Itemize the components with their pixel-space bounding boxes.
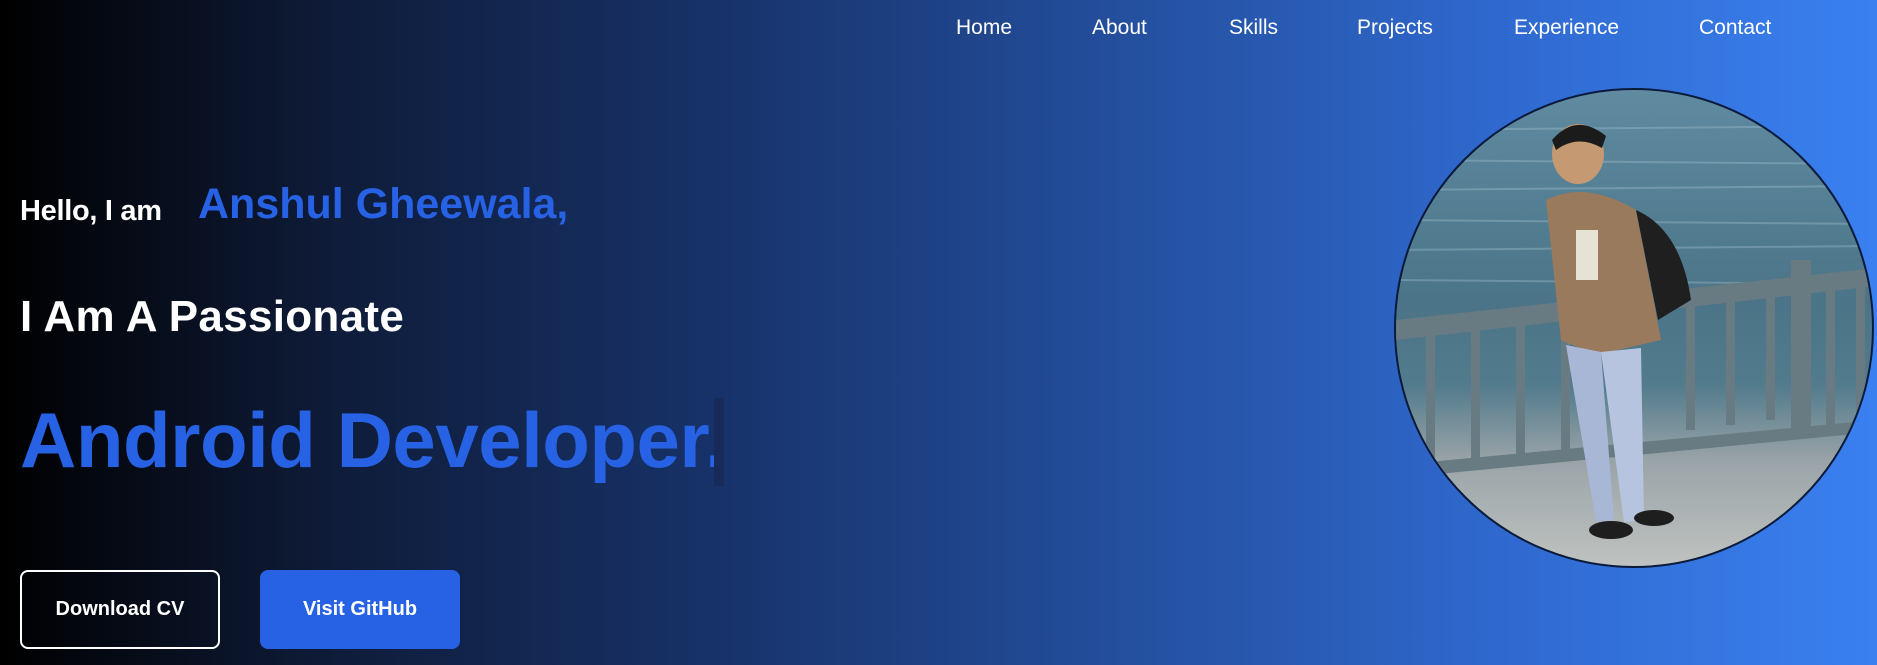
nav-link-skills[interactable]: Skills [1229, 16, 1278, 40]
top-navigation: Home About Skills Projects Experience Co… [0, 0, 1877, 58]
nav-link-home[interactable]: Home [956, 16, 1012, 40]
download-cv-button[interactable]: Download CV [20, 570, 220, 649]
typing-cursor [714, 398, 724, 486]
role-heading: Android Developer. [20, 395, 727, 486]
nav-link-contact[interactable]: Contact [1699, 16, 1771, 40]
role-text: Android Developer. [20, 396, 727, 484]
developer-name: Anshul Gheewala, [198, 180, 569, 228]
greeting-text: Hello, I am [20, 195, 162, 227]
person [1546, 124, 1691, 539]
nav-link-projects[interactable]: Projects [1357, 16, 1433, 40]
tagline: I Am A Passionate [20, 292, 405, 341]
nav-link-experience[interactable]: Experience [1514, 16, 1619, 40]
profile-photo-illustration [1396, 124, 1872, 539]
visit-github-button[interactable]: Visit GitHub [260, 570, 460, 649]
nav-link-about[interactable]: About [1092, 16, 1147, 40]
profile-photo [1394, 88, 1874, 568]
